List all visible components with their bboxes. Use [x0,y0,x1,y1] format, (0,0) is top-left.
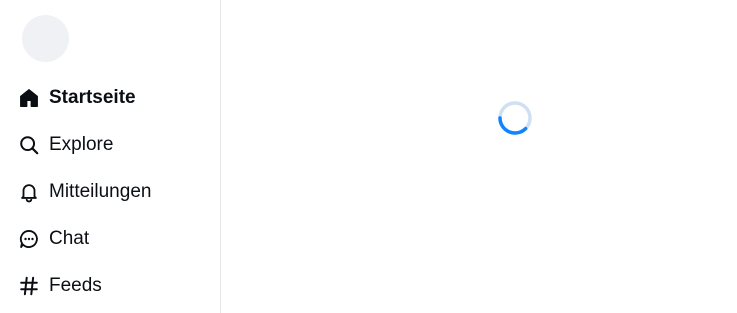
sidebar-item-label: Feeds [49,275,102,296]
chat-bubble-icon [18,228,40,250]
sidebar-item-explore[interactable]: Explore [18,130,113,160]
sidebar-item-feeds[interactable]: Feeds [18,271,102,301]
avatar[interactable] [22,15,69,62]
sidebar-item-label: Mitteilungen [49,181,152,202]
sidebar-item-home[interactable]: Startseite [18,83,136,113]
sidebar-item-label: Chat [49,228,90,249]
search-icon [18,134,40,156]
sidebar-item-chat[interactable]: Chat [18,224,89,254]
bell-icon [18,181,40,203]
sidebar-item-label: Explore [49,134,114,155]
main-content [222,0,737,313]
sidebar: Startseite Explore Mitteilungen Chat Fee… [0,0,221,313]
home-icon [18,87,40,109]
sidebar-item-notifications[interactable]: Mitteilungen [18,177,151,207]
spinner-icon [498,101,532,135]
hash-icon [18,275,40,297]
sidebar-item-label: Startseite [49,87,136,108]
